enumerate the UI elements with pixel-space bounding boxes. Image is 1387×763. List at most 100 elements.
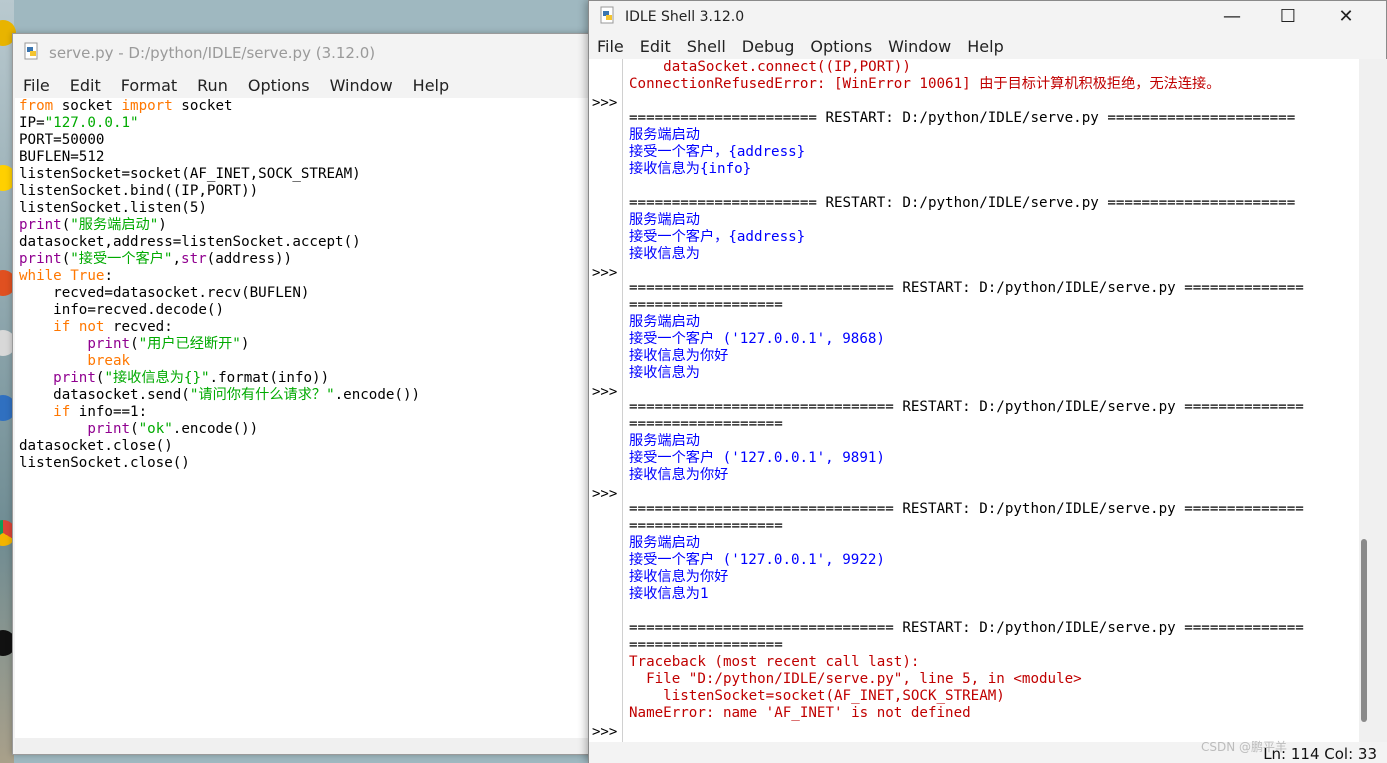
shell-line: ConnectionRefusedError: [WinError 10061]… — [629, 76, 1221, 92]
code-line: while True: — [15, 268, 590, 285]
shell-line: 接受一个客户 ('127.0.0.1', 9868) — [629, 331, 885, 347]
code-token: if — [53, 319, 71, 335]
menu-format[interactable]: Format — [111, 76, 187, 95]
code-line: datasocket.close() — [15, 438, 590, 455]
code-token: info==1: — [70, 404, 148, 420]
shell-line: 接收信息为你好 — [629, 348, 729, 364]
code-line: print("用户已经断开") — [15, 336, 590, 353]
code-token: ) — [240, 336, 250, 352]
code-token: "服务端启动" — [70, 217, 159, 233]
code-token: datasocket.close() — [19, 438, 173, 454]
menu-run[interactable]: Run — [187, 76, 238, 95]
code-token: "ok" — [138, 421, 173, 437]
shell-output-area[interactable]: >>> >>> >>> >>> >>> dataSocket.connect((IP,P… — [589, 59, 1359, 742]
close-icon: ✕ — [1338, 5, 1354, 27]
shell-line: =============================== RESTART:… — [629, 280, 1304, 296]
menu-window[interactable]: Window — [320, 76, 403, 95]
menu-window[interactable]: Window — [880, 37, 959, 56]
shell-line: 接收信息为 — [629, 365, 700, 381]
code-token: BUFLEN=512 — [19, 149, 105, 165]
shell-line: 接收信息为你好 — [629, 467, 729, 483]
code-token: ( — [130, 421, 139, 437]
editor-window: serve.py - D:/python/IDLE/serve.py (3.12… — [12, 33, 612, 755]
shell-window: IDLE Shell 3.12.0 — ☐ ✕ File Edit Shell … — [588, 0, 1387, 763]
shell-line: 接受一个客户，{address} — [629, 229, 806, 245]
menu-file[interactable]: File — [589, 37, 632, 56]
menu-help[interactable]: Help — [959, 37, 1011, 56]
code-line: recved=datasocket.recv(BUFLEN) — [15, 285, 590, 302]
menu-options[interactable]: Options — [802, 37, 880, 56]
code-token: , — [172, 251, 182, 267]
editor-titlebar[interactable]: serve.py - D:/python/IDLE/serve.py (3.12… — [13, 34, 611, 72]
code-line: print("接受一个客户",str(address)) — [15, 251, 590, 268]
shell-prompt: >>> — [592, 724, 618, 740]
shell-prompt: >>> — [592, 384, 618, 400]
close-button[interactable]: ✕ — [1317, 1, 1375, 31]
shell-prompt: >>> — [592, 486, 618, 502]
shell-line: dataSocket.connect((IP,PORT)) — [629, 59, 911, 75]
menu-options[interactable]: Options — [238, 76, 320, 95]
code-line: if not recved: — [15, 319, 590, 336]
shell-line: ================== — [629, 297, 783, 313]
code-token: "接收信息为{}" — [104, 370, 210, 386]
horizontal-scrollbar[interactable] — [15, 738, 590, 754]
scrollbar-thumb[interactable] — [1361, 539, 1367, 722]
code-token: not — [78, 319, 105, 335]
editor-title: serve.py - D:/python/IDLE/serve.py (3.12… — [49, 44, 376, 62]
menu-debug[interactable]: Debug — [734, 37, 803, 56]
menu-shell[interactable]: Shell — [679, 37, 734, 56]
code-token: socket — [172, 98, 233, 114]
code-token: print — [87, 421, 131, 437]
menu-help[interactable]: Help — [403, 76, 459, 95]
code-token: listenSocket.bind((IP,PORT)) — [19, 183, 259, 199]
code-token: (address)) — [206, 251, 293, 267]
code-editor[interactable]: from socket import socket IP="127.0.0.1" P… — [15, 98, 590, 738]
prompt-gutter: >>> >>> >>> >>> >>> — [589, 59, 623, 742]
shell-line: =============================== RESTART:… — [629, 501, 1304, 517]
code-token: print — [19, 251, 62, 267]
code-token: "用户已经断开" — [138, 336, 241, 352]
shell-line: 接收信息为 — [629, 246, 700, 262]
menu-file[interactable]: File — [13, 76, 60, 95]
minimize-button[interactable]: — — [1203, 1, 1261, 31]
code-token: : — [104, 268, 113, 284]
code-token: ( — [61, 217, 71, 233]
menu-edit[interactable]: Edit — [632, 37, 679, 56]
code-token: .encode()) — [334, 387, 421, 403]
code-line: print("接收信息为{}".format(info)) — [15, 370, 590, 387]
shell-line: 服务端启动 — [629, 535, 700, 551]
minimize-icon: — — [1223, 5, 1241, 27]
maximize-button[interactable]: ☐ — [1259, 1, 1317, 31]
code-token: print — [53, 370, 96, 386]
code-token: listenSocket.listen(5) — [19, 200, 207, 216]
shell-line: ================== — [629, 518, 783, 534]
code-token: import — [121, 98, 173, 114]
code-token: str — [181, 251, 207, 267]
code-line: IP="127.0.0.1" — [15, 115, 590, 132]
shell-prompt: >>> — [592, 95, 618, 111]
code-token: print — [19, 217, 62, 233]
code-token: datasocket,address=listenSocket.accept() — [19, 234, 361, 250]
code-line: PORT=50000 — [15, 132, 590, 149]
code-token: datasocket.send( — [19, 387, 190, 403]
shell-line: 接收信息为{info} — [629, 161, 752, 177]
code-token: recved: — [104, 319, 173, 335]
shell-line: ================== — [629, 637, 783, 653]
code-token: ( — [130, 336, 139, 352]
shell-line: ====================== RESTART: D:/pytho… — [629, 195, 1296, 211]
menu-edit[interactable]: Edit — [60, 76, 111, 95]
watermark: CSDN @鹏平羊 — [1200, 740, 1287, 754]
code-token: ( — [61, 251, 71, 267]
code-line: print("服务端启动") — [15, 217, 590, 234]
